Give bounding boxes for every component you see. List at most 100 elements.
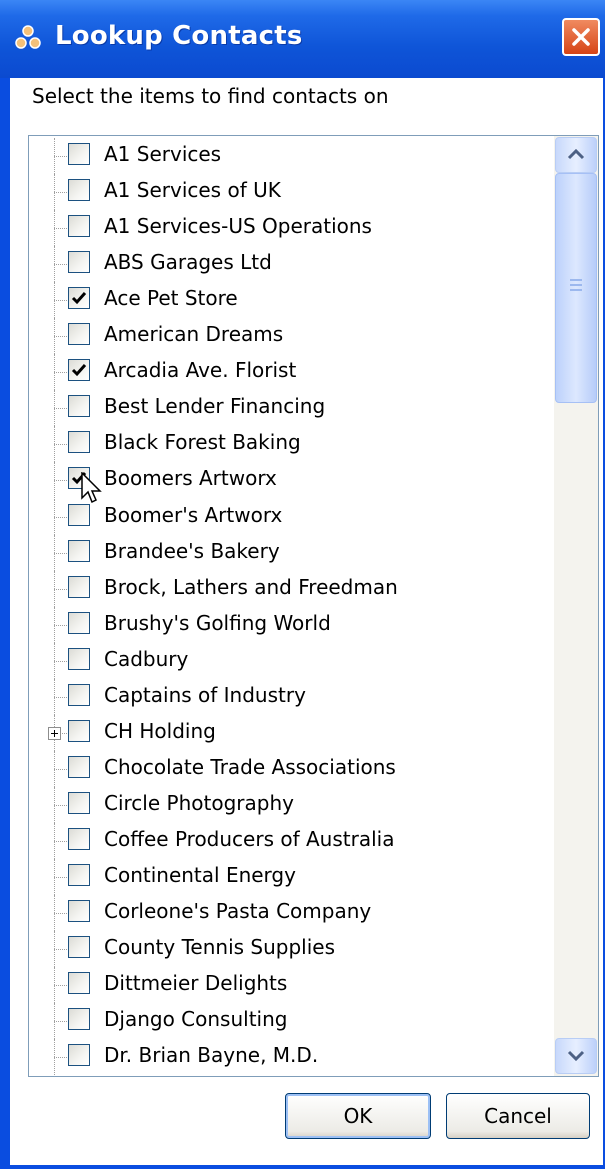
vertical-scrollbar[interactable] xyxy=(554,136,598,1076)
contact-checkbox[interactable] xyxy=(68,1008,90,1031)
mouse-pointer-icon xyxy=(81,472,102,504)
contact-checkbox[interactable] xyxy=(68,359,90,382)
close-icon xyxy=(572,28,590,46)
contact-label: CH Holding xyxy=(104,718,216,743)
contact-label: Captains of Industry xyxy=(104,682,306,707)
thumb-grip-line xyxy=(570,289,582,291)
instruction-text: Select the items to find contacts on xyxy=(32,84,389,108)
dialog-body: Select the items to find contacts on A1 … xyxy=(10,78,603,1165)
contact-tree-item[interactable]: Ace Pet Store xyxy=(29,282,554,319)
contact-tree-item[interactable]: CH Holding xyxy=(29,714,554,751)
contact-label: Ace Pet Store xyxy=(104,286,238,311)
contact-label: American Dreams xyxy=(104,322,284,347)
ok-button[interactable]: OK xyxy=(285,1093,431,1139)
tree-connector-line xyxy=(54,985,67,987)
contact-checkbox[interactable] xyxy=(68,395,90,418)
contact-tree-item[interactable]: Coffee Producers of Australia xyxy=(29,822,554,859)
contact-tree-item[interactable]: A1 Services-US Operations xyxy=(29,210,554,247)
tree-connector-line xyxy=(54,804,67,806)
contact-checkbox[interactable] xyxy=(68,215,90,238)
tree-connector-line xyxy=(54,444,67,446)
tree-connector-line xyxy=(54,516,67,518)
contact-label: Boomers Artworx xyxy=(104,466,277,491)
tree-connector-line xyxy=(54,696,67,698)
window-title: Lookup Contacts xyxy=(55,21,303,51)
thumb-grip-line xyxy=(570,279,582,281)
contact-tree-item[interactable]: Cadbury xyxy=(29,642,554,679)
contact-tree-item[interactable]: Chocolate Trade Associations xyxy=(29,750,554,787)
contact-label: A1 Services-US Operations xyxy=(104,214,372,239)
contact-checkbox[interactable] xyxy=(68,575,90,598)
contact-tree-item[interactable]: Boomers Artworx xyxy=(29,462,554,499)
contact-label: Boomer's Artworx xyxy=(104,502,283,527)
contact-checkbox[interactable] xyxy=(68,755,90,778)
title-bar[interactable]: Lookup Contacts xyxy=(0,0,605,78)
contact-tree-item[interactable]: ABS Garages Ltd xyxy=(29,246,554,283)
contact-tree-item[interactable]: Captains of Industry xyxy=(29,678,554,715)
contact-tree-item[interactable]: County Tennis Supplies xyxy=(29,931,554,968)
tree-connector-line xyxy=(54,480,67,482)
contact-label: Dittmeier Delights xyxy=(104,971,288,996)
tree-connector-line xyxy=(54,192,67,194)
contact-checkbox[interactable] xyxy=(68,719,90,742)
contact-label: Dr. Brian Bayne, M.D. xyxy=(104,1043,319,1068)
contact-checkbox[interactable] xyxy=(68,791,90,814)
tree-connector-line xyxy=(54,949,67,951)
contact-checkbox[interactable] xyxy=(68,143,90,165)
contact-checkbox[interactable] xyxy=(68,431,90,454)
contact-tree-item[interactable]: Arcadia Ave. Florist xyxy=(29,354,554,391)
contact-checkbox[interactable] xyxy=(68,827,90,850)
contact-label: Corleone's Pasta Company xyxy=(104,899,372,924)
contact-checkbox[interactable] xyxy=(68,972,90,995)
cancel-button[interactable]: Cancel xyxy=(446,1093,590,1139)
tree-connector-line xyxy=(54,228,67,230)
contact-checkbox[interactable] xyxy=(68,900,90,923)
contact-tree-item[interactable]: Brock, Lathers and Freedman xyxy=(29,570,554,607)
tree-connector-line xyxy=(54,552,67,554)
close-button[interactable] xyxy=(562,18,600,56)
tree-connector-line xyxy=(54,840,67,842)
contact-checkbox[interactable] xyxy=(68,287,90,310)
contact-checkbox[interactable] xyxy=(68,1044,90,1067)
contacts-tree[interactable]: A1 Services A1 Services of UK A1 Services-… xyxy=(28,135,599,1077)
contact-checkbox[interactable] xyxy=(68,936,90,959)
contact-checkbox[interactable] xyxy=(68,179,90,202)
tree-connector-line xyxy=(54,768,67,770)
tree-connector-line xyxy=(54,264,67,266)
contact-tree-item[interactable]: Dittmeier Delights xyxy=(29,967,554,1004)
contact-label: Brandee's Bakery xyxy=(104,538,280,563)
contact-checkbox[interactable] xyxy=(68,539,90,562)
scroll-down-button[interactable] xyxy=(555,1038,597,1074)
contact-checkbox[interactable] xyxy=(68,611,90,634)
contact-checkbox[interactable] xyxy=(68,251,90,274)
contact-tree-item[interactable]: Brushy's Golfing World xyxy=(29,606,554,643)
contact-tree-item[interactable]: Black Forest Baking xyxy=(29,426,554,463)
contact-checkbox[interactable] xyxy=(68,323,90,346)
contact-checkbox[interactable] xyxy=(68,647,90,670)
contact-tree-item[interactable]: Dr. Brian Bayne, M.D. xyxy=(29,1039,554,1076)
contact-tree-item[interactable]: Best Lender Financing xyxy=(29,390,554,427)
contact-label: A1 Services xyxy=(104,142,222,166)
contact-tree-item[interactable]: Continental Energy xyxy=(29,859,554,896)
contact-tree-item[interactable]: Brandee's Bakery xyxy=(29,534,554,571)
contact-label: Brock, Lathers and Freedman xyxy=(104,574,398,599)
contact-checkbox[interactable] xyxy=(68,864,90,886)
contact-tree-item[interactable]: Boomer's Artworx xyxy=(29,498,554,535)
tree-connector-line xyxy=(54,156,67,157)
contact-label: ABS Garages Ltd xyxy=(104,250,272,275)
expand-plus-icon[interactable] xyxy=(48,726,61,740)
contact-label: Continental Energy xyxy=(104,863,296,887)
scroll-thumb[interactable] xyxy=(555,173,597,403)
contact-checkbox[interactable] xyxy=(68,683,90,706)
tree-connector-line xyxy=(54,588,67,590)
contact-tree-item[interactable]: A1 Services xyxy=(29,138,554,175)
scroll-up-button[interactable] xyxy=(555,137,597,173)
contact-tree-item[interactable]: Django Consulting xyxy=(29,1003,554,1040)
lookup-contacts-dialog: Lookup Contacts Select the items to find… xyxy=(0,0,605,1169)
contact-tree-item[interactable]: American Dreams xyxy=(29,318,554,355)
contact-label: Cadbury xyxy=(104,646,189,671)
contact-tree-item[interactable]: Circle Photography xyxy=(29,786,554,823)
contact-tree-item[interactable]: Corleone's Pasta Company xyxy=(29,895,554,932)
contact-tree-item[interactable]: A1 Services of UK xyxy=(29,174,554,211)
contact-label: Brushy's Golfing World xyxy=(104,610,331,635)
